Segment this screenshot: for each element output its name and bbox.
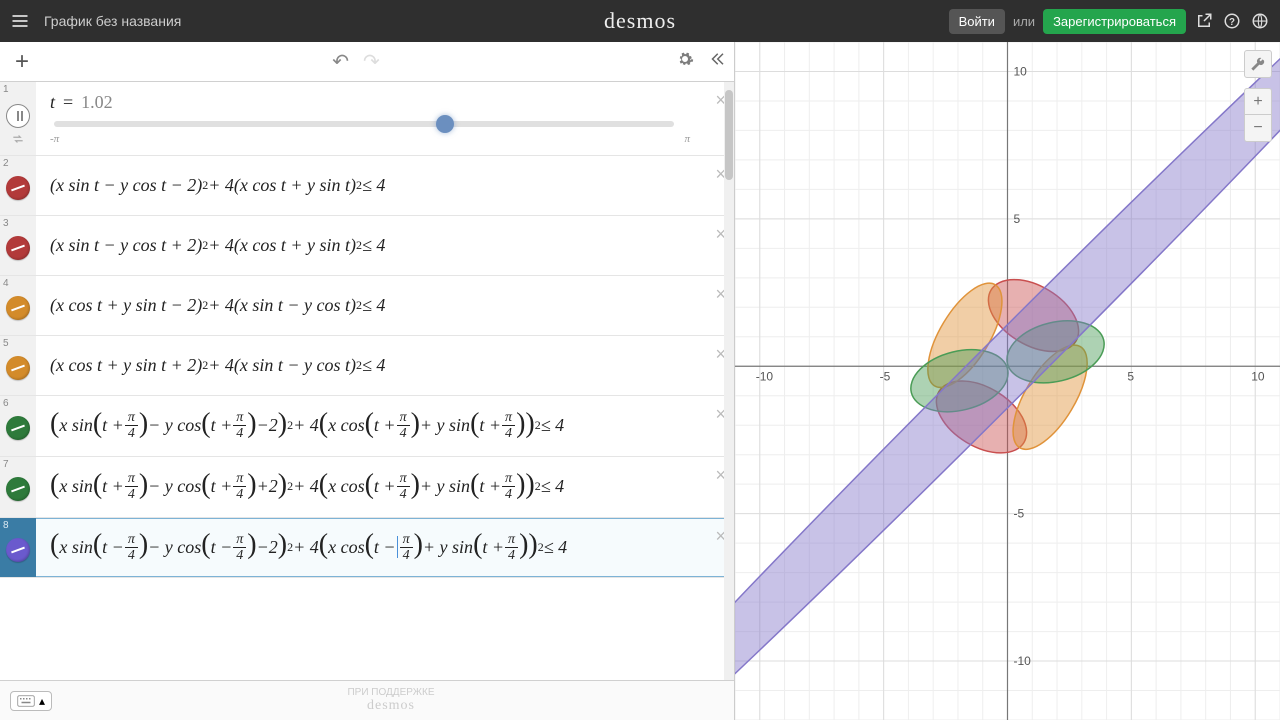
keyboard-toggle[interactable]: ▴: [10, 691, 52, 711]
panel-toolbar: + ↶ ↷: [0, 42, 734, 82]
expression-row[interactable]: 2 (x sin t − y cos t − 2)2 + 4(x cos t +…: [0, 156, 734, 216]
row-gutter: 6: [0, 396, 36, 456]
list-scrollbar[interactable]: [724, 82, 734, 680]
brand-logo: desmos: [604, 8, 676, 34]
menu-button[interactable]: [0, 0, 40, 42]
slider-track[interactable]: [54, 121, 674, 127]
powered-by: ПРИ ПОДДЕРЖКЕ desmos: [347, 687, 434, 713]
expression-content[interactable]: (x sin(t − π4) − y cos(t − π4) −2)2 + 4(…: [36, 518, 734, 578]
slider-thumb[interactable]: [436, 115, 454, 133]
color-swatch[interactable]: [6, 416, 30, 440]
svg-text:?: ?: [1229, 17, 1235, 28]
row-index: 3: [3, 218, 9, 229]
app-header: График без названия desmos Войти или Зар…: [0, 0, 1280, 42]
row-gutter: 5: [0, 336, 36, 395]
svg-text:10: 10: [1014, 64, 1028, 78]
expression-row[interactable]: 4 (x cos t + y sin t − 2)2 + 4(x sin t −…: [0, 276, 734, 336]
expression-content[interactable]: (x cos t + y sin t + 2)2 + 4(x sin t − y…: [36, 336, 734, 395]
row-gutter: 4: [0, 276, 36, 335]
expression-panel: + ↶ ↷ 1 t =: [0, 42, 735, 720]
redo-button: ↷: [363, 49, 380, 74]
keyboard-icon: [17, 695, 35, 707]
expression-row[interactable]: 3 (x sin t − y cos t + 2)2 + 4(x cos t +…: [0, 216, 734, 276]
expression-content[interactable]: (x sin(t + π4) − y cos(t + π4) +2)2 + 4(…: [36, 457, 734, 517]
loop-icon[interactable]: [11, 132, 25, 146]
row-gutter: 2: [0, 156, 36, 215]
text-cursor: [397, 536, 398, 558]
row-gutter: 8: [0, 518, 36, 578]
graph-area[interactable]: + − -10 -5 5 10 -10 -5 5 10: [735, 42, 1280, 720]
color-swatch[interactable]: [6, 477, 30, 501]
expression-content[interactable]: (x sin(t + π4) − y cos(t + π4) −2)2 + 4(…: [36, 396, 734, 456]
row-gutter: 1: [0, 82, 36, 155]
svg-text:-5: -5: [1014, 507, 1025, 521]
svg-text:-10: -10: [1014, 654, 1032, 668]
undo-redo: ↶ ↷: [332, 49, 380, 74]
panel-footer: ▴ ПРИ ПОДДЕРЖКЕ desmos: [0, 680, 734, 720]
expression-row-selected[interactable]: 8 (x sin(t − π4) − y cos(t − π4) −2)2 + …: [0, 518, 734, 579]
or-text: или: [1013, 14, 1035, 29]
header-actions: Войти или Зарегистрироваться ?: [949, 9, 1280, 34]
svg-text:-5: -5: [880, 369, 891, 383]
svg-text:5: 5: [1127, 369, 1134, 383]
row-index: 1: [3, 84, 9, 95]
svg-text:10: 10: [1251, 369, 1265, 383]
slider-var: t: [50, 92, 55, 113]
row-index: 4: [3, 278, 9, 289]
expression-list: 1 t = 1.02 -π π: [0, 82, 734, 680]
color-swatch[interactable]: [6, 236, 30, 260]
share-icon[interactable]: [1194, 11, 1214, 31]
graph-canvas[interactable]: -10 -5 5 10 -10 -5 5 10: [735, 42, 1280, 720]
slider-row[interactable]: 1 t = 1.02 -π π: [0, 82, 734, 156]
row-index: 2: [3, 158, 9, 169]
slider-max[interactable]: π: [684, 133, 690, 145]
language-icon[interactable]: [1250, 11, 1270, 31]
add-expression-button[interactable]: +: [8, 48, 36, 76]
slider-value: 1.02: [81, 92, 113, 113]
login-button[interactable]: Войти: [949, 9, 1005, 34]
expression-row[interactable]: 7 (x sin(t + π4) − y cos(t + π4) +2)2 + …: [0, 457, 734, 518]
graph-title[interactable]: График без названия: [44, 13, 181, 29]
svg-text:-10: -10: [756, 369, 774, 383]
row-gutter: 7: [0, 457, 36, 517]
row-index: 7: [3, 459, 9, 470]
expression-content[interactable]: (x sin t − y cos t + 2)2 + 4(x cos t + y…: [36, 216, 734, 275]
svg-text:5: 5: [1014, 212, 1021, 226]
color-swatch[interactable]: [6, 538, 30, 562]
expression-content[interactable]: (x sin t − y cos t − 2)2 + 4(x cos t + y…: [36, 156, 734, 215]
row-index: 5: [3, 338, 9, 349]
undo-button[interactable]: ↶: [332, 49, 349, 74]
expression-row[interactable]: 5 (x cos t + y sin t + 2)2 + 4(x sin t −…: [0, 336, 734, 396]
slider-eq: =: [63, 92, 73, 113]
row-gutter: 3: [0, 216, 36, 275]
main-split: + ↶ ↷ 1 t =: [0, 42, 1280, 720]
slider-expression[interactable]: t = 1.02 -π π: [36, 82, 734, 155]
scrollbar-thumb[interactable]: [725, 90, 733, 180]
hamburger-icon: [10, 11, 30, 31]
zoom-in-button[interactable]: +: [1245, 89, 1271, 115]
play-pause-button[interactable]: [6, 104, 30, 128]
signup-button[interactable]: Зарегистрироваться: [1043, 9, 1186, 34]
color-swatch[interactable]: [6, 176, 30, 200]
expression-content[interactable]: (x cos t + y sin t − 2)2 + 4(x sin t − y…: [36, 276, 734, 335]
row-index: 8: [3, 520, 9, 531]
row-index: 6: [3, 398, 9, 409]
collapse-panel-button[interactable]: [708, 50, 726, 73]
expression-row[interactable]: 6 (x sin(t + π4) − y cos(t + π4) −2)2 + …: [0, 396, 734, 457]
slider-bounds: -π π: [50, 133, 690, 145]
help-icon[interactable]: ?: [1222, 11, 1242, 31]
settings-icon[interactable]: [676, 50, 694, 73]
color-swatch[interactable]: [6, 296, 30, 320]
chevron-up-icon: ▴: [39, 694, 45, 708]
zoom-out-button[interactable]: −: [1245, 115, 1271, 141]
graph-settings-button[interactable]: [1244, 50, 1272, 78]
slider-min[interactable]: -π: [50, 133, 59, 145]
zoom-controls: + −: [1244, 88, 1272, 142]
color-swatch[interactable]: [6, 356, 30, 380]
